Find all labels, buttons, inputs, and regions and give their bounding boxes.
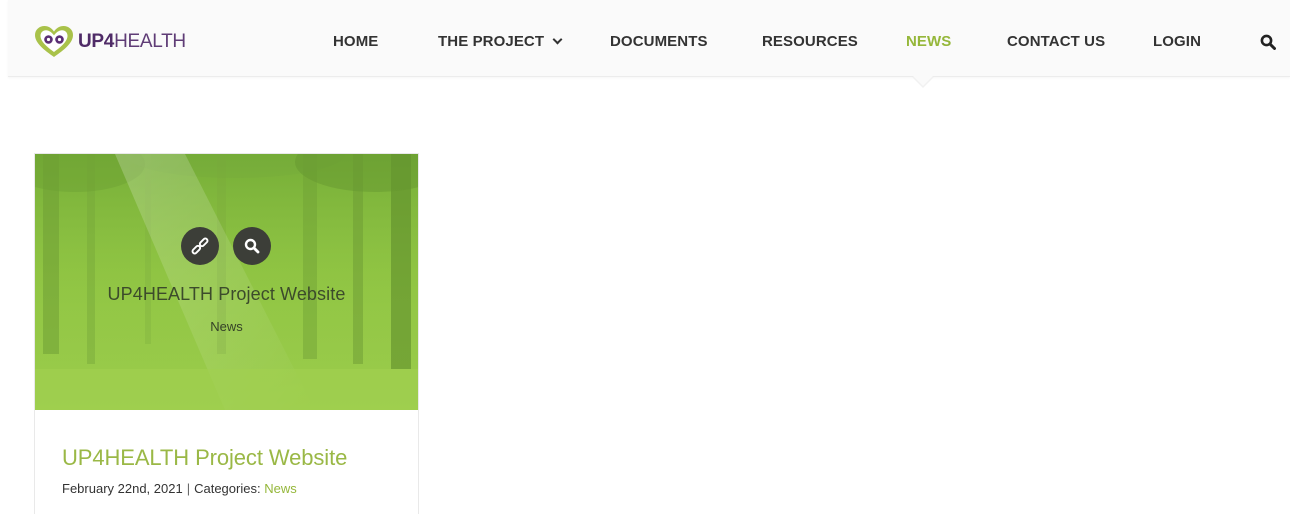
categories-label: Categories: [194, 481, 261, 496]
post-date: February 22nd, 2021 [62, 481, 183, 496]
search-icon[interactable] [1260, 34, 1276, 50]
post-overlay-actions [181, 227, 271, 265]
link-icon [191, 237, 209, 255]
search-icon [244, 238, 260, 254]
nav-item-login[interactable]: LOGIN [1153, 33, 1201, 50]
nav-item-home[interactable]: HOME [333, 33, 378, 50]
nav-item-contact-us[interactable]: CONTACT US [1007, 33, 1105, 50]
post-card: UP4HEALTH Project Website News UP4HEALTH… [34, 153, 419, 514]
lightbox-button[interactable] [233, 227, 271, 265]
permalink-button[interactable] [181, 227, 219, 265]
post-featured-image[interactable]: UP4HEALTH Project Website News [35, 154, 418, 410]
nav-item-the-project-label: THE PROJECT [438, 33, 545, 50]
active-nav-indicator [912, 76, 934, 88]
meta-separator: | [186, 481, 191, 496]
post-category-link[interactable]: News [264, 481, 297, 496]
forest-background-image [35, 154, 418, 410]
nav-item-the-project[interactable]: THE PROJECT [438, 33, 563, 50]
nav-item-resources[interactable]: RESOURCES [762, 33, 858, 50]
nav-item-news[interactable]: NEWS [906, 33, 951, 50]
chevron-down-icon [552, 34, 563, 45]
overlay-post-category[interactable]: News [35, 319, 418, 334]
nav-item-documents[interactable]: DOCUMENTS [610, 33, 708, 50]
main-nav: HOME THE PROJECT DOCUMENTS RESOURCES NEW… [8, 0, 1290, 77]
post-title[interactable]: UP4HEALTH Project Website [62, 445, 347, 471]
site-header: UP4HEALTH HOME THE PROJECT DOCUMENTS RES… [8, 0, 1290, 77]
post-meta: February 22nd, 2021 | Categories: News [62, 481, 297, 496]
overlay-post-title[interactable]: UP4HEALTH Project Website [35, 284, 418, 305]
